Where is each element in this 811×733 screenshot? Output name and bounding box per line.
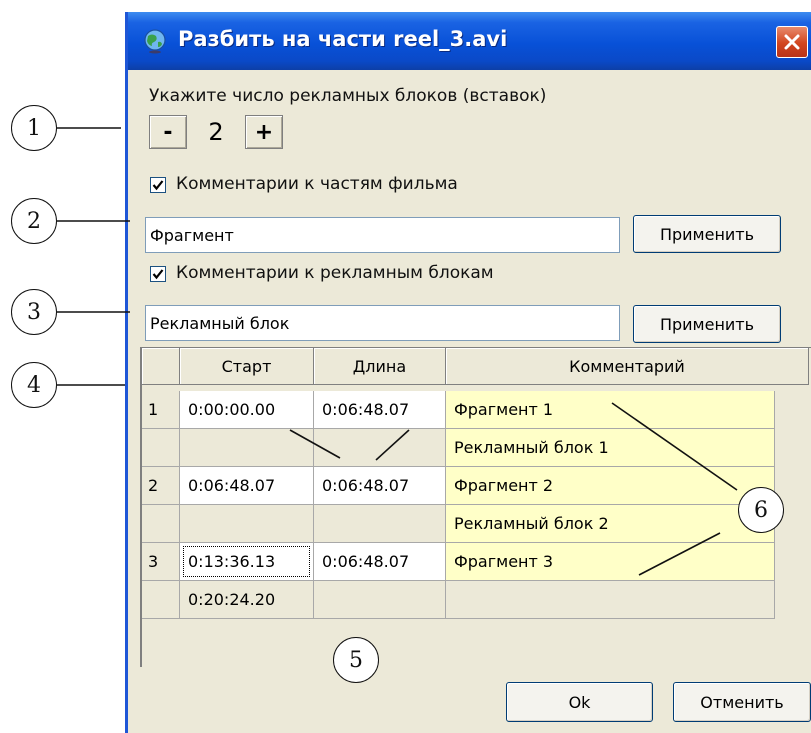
callout-6: 6 bbox=[738, 487, 784, 533]
blocks-count-label: Укажите число рекламных блоков (вставок) bbox=[149, 86, 547, 106]
length-cell[interactable]: 0:06:48.07 bbox=[314, 543, 446, 581]
window-title: Разбить на части reel_3.avi bbox=[178, 27, 508, 51]
comment-cell bbox=[446, 581, 775, 619]
callout-5: 5 bbox=[333, 637, 379, 683]
ads-comment-label: Комментарии к рекламным блокам bbox=[176, 263, 494, 283]
row-index: 3 bbox=[142, 543, 180, 581]
decrement-button[interactable]: - bbox=[149, 115, 187, 149]
row-index bbox=[142, 429, 180, 467]
start-cell[interactable]: 0:06:48.07 bbox=[180, 467, 314, 505]
length-cell[interactable]: 0:06:48.07 bbox=[314, 467, 446, 505]
title-bar[interactable]: Разбить на части reel_3.avi bbox=[128, 12, 811, 70]
comment-cell[interactable]: Фрагмент 3 bbox=[446, 543, 775, 581]
parts-comment-label: Комментарии к частям фильма bbox=[176, 174, 458, 194]
start-cell[interactable]: 0:00:00.00 bbox=[180, 391, 314, 429]
length-cell[interactable]: 0:06:48.07 bbox=[314, 391, 446, 429]
row-index: 1 bbox=[142, 391, 180, 429]
ads-comment-checkbox[interactable] bbox=[150, 266, 166, 282]
comment-cell[interactable]: Фрагмент 1 bbox=[446, 391, 775, 429]
row-index: 2 bbox=[142, 467, 180, 505]
cancel-button[interactable]: Отменить bbox=[673, 682, 811, 722]
apply-parts-button[interactable]: Применить bbox=[633, 215, 781, 253]
length-cell bbox=[314, 429, 446, 467]
grid-header-length[interactable]: Длина bbox=[314, 348, 446, 385]
parts-comment-input[interactable]: Фрагмент bbox=[145, 217, 620, 253]
length-cell bbox=[314, 581, 446, 619]
start-cell bbox=[180, 429, 314, 467]
start-cell[interactable]: 0:13:36.13 bbox=[180, 543, 314, 581]
parts-comment-checkbox[interactable] bbox=[150, 177, 166, 193]
row-index bbox=[142, 505, 180, 543]
callout-4: 4 bbox=[11, 362, 57, 408]
grid-header-comment[interactable]: Комментарий bbox=[446, 348, 809, 385]
comment-cell[interactable]: Фрагмент 2 bbox=[446, 467, 775, 505]
comment-cell[interactable]: Рекламный блок 2 bbox=[446, 505, 775, 543]
close-x-icon bbox=[784, 34, 800, 50]
blocks-count-value: 2 bbox=[208, 118, 224, 146]
grid-header-index bbox=[142, 348, 180, 385]
comment-cell[interactable]: Рекламный блок 1 bbox=[446, 429, 775, 467]
row-index bbox=[142, 581, 180, 619]
globe-icon bbox=[144, 29, 166, 54]
segments-grid: Старт Длина Комментарий 1 0:00:00.00 0:0… bbox=[140, 347, 811, 667]
increment-button[interactable]: + bbox=[245, 115, 283, 149]
checkmark-icon bbox=[152, 269, 164, 280]
callout-2: 2 bbox=[11, 198, 57, 244]
start-cell: 0:20:24.20 bbox=[180, 581, 314, 619]
callout-3: 3 bbox=[11, 289, 57, 335]
checkmark-icon bbox=[152, 180, 164, 191]
length-cell bbox=[314, 505, 446, 543]
apply-ads-button[interactable]: Применить bbox=[633, 305, 781, 343]
ads-comment-input[interactable]: Рекламный блок bbox=[145, 305, 620, 341]
start-cell bbox=[180, 505, 314, 543]
ok-button[interactable]: Ok bbox=[506, 682, 653, 722]
callout-1: 1 bbox=[11, 105, 57, 151]
close-button[interactable] bbox=[776, 26, 808, 58]
grid-header-start[interactable]: Старт bbox=[180, 348, 314, 385]
